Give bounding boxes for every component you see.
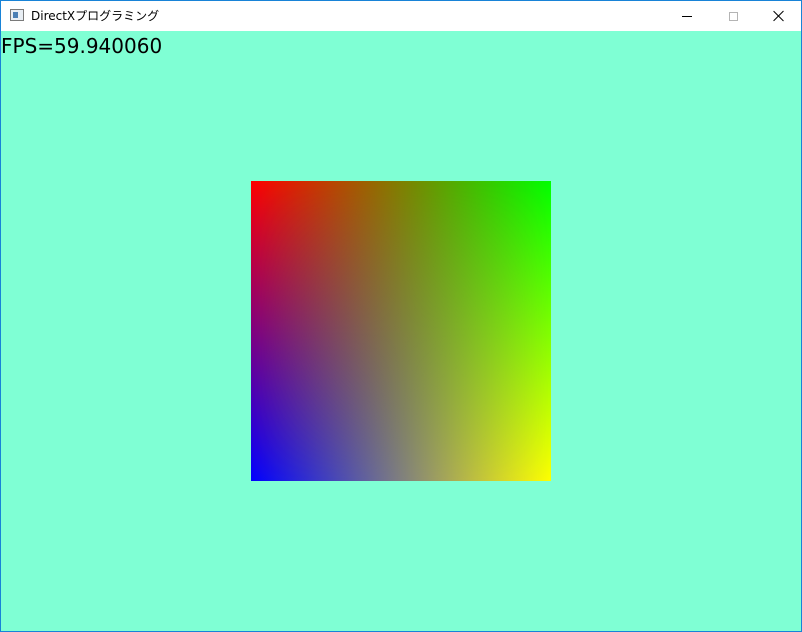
window-app-icon[interactable] [10, 9, 24, 21]
minimize-icon [682, 15, 692, 17]
close-icon [773, 10, 785, 22]
close-button[interactable] [756, 1, 802, 31]
maximize-icon [728, 11, 738, 21]
color-gradient-quad [251, 181, 551, 481]
title-bar[interactable]: DirectXプログラミング [1, 1, 801, 31]
window-title: DirectXプログラミング [31, 9, 160, 23]
minimize-button[interactable] [664, 1, 710, 31]
maximize-button[interactable] [710, 1, 756, 31]
fps-counter: FPS=59.940060 [1, 34, 163, 58]
render-viewport[interactable]: FPS=59.940060 [1, 31, 801, 631]
application-window: DirectXプログラミング FPS=59.940060 [0, 0, 802, 632]
app-icon-pane [13, 12, 18, 18]
quad-bottom-gradient [251, 181, 551, 481]
